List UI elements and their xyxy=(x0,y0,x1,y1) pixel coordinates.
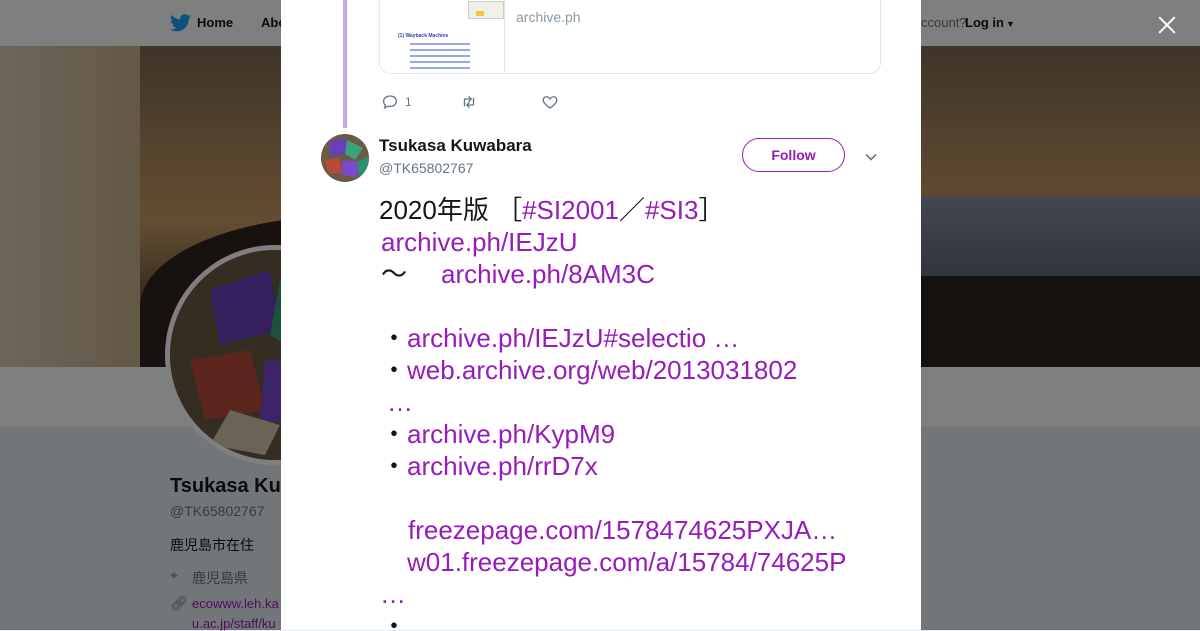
tweet-line-3: ～ archive.ph/8AM3C xyxy=(381,258,655,290)
tweet-link-archive-rrd7x[interactable]: archive.ph/rrD7x xyxy=(407,451,598,481)
bullet: ・ xyxy=(381,611,408,630)
retweet-button[interactable] xyxy=(460,93,478,111)
tweet-link-archive-iejzu[interactable]: archive.ph/IEJzU xyxy=(381,226,578,258)
tweet-link-ellipsis[interactable]: … xyxy=(380,578,406,610)
bullet: ・ xyxy=(381,323,408,353)
tweet-author-handle[interactable]: @TK65802767 xyxy=(379,160,473,176)
tweet-list-item-2: ・web.archive.org/web/2013031802 xyxy=(381,354,797,386)
chevron-down-icon[interactable] xyxy=(864,150,878,164)
tweet-author-name[interactable]: Tsukasa Kuwabara xyxy=(379,136,532,156)
tweet-link-ellipsis[interactable]: … xyxy=(387,386,413,418)
bullet: ・ xyxy=(381,451,408,481)
tweet-list-item-3: ・archive.ph/KypM9 xyxy=(381,418,615,450)
tweet-author-avatar[interactable] xyxy=(321,134,369,182)
like-button[interactable] xyxy=(541,93,559,111)
tweet-text-segment: ］ xyxy=(698,195,725,225)
bullet: ・ xyxy=(381,419,408,449)
hashtag-si3[interactable]: #SI3 xyxy=(645,195,699,225)
card-thumbnail: (1) Wayback Machine xyxy=(380,0,505,73)
heart-icon xyxy=(542,96,558,109)
tweet-text-segment: ～ xyxy=(381,259,434,289)
retweet-icon xyxy=(463,96,475,108)
bullet: ・ xyxy=(381,355,408,385)
reply-button[interactable]: 1 xyxy=(381,93,412,111)
tweet-link-freezepage[interactable]: freezepage.com/1578474625PXJA… xyxy=(408,514,837,546)
tweet-list-item-1: ・archive.ph/IEJzU#selectio … xyxy=(381,322,739,354)
tweet-link-web-archive[interactable]: web.archive.org/web/2013031802 xyxy=(407,355,797,385)
card-thumbnail-title: (1) Wayback Machine xyxy=(398,33,449,39)
tweet-link-archive-8am3c[interactable]: archive.ph/8AM3C xyxy=(441,259,655,289)
thread-connector-line xyxy=(343,0,347,128)
tweet-line-1: 2020年版 ［#SI2001／#SI3］ xyxy=(379,194,724,226)
tweet-text-segment: ／ xyxy=(618,195,645,225)
card-domain: archive.ph xyxy=(516,9,581,25)
tweet-link-freezepage-w01[interactable]: w01.freezepage.com/a/15784/74625P xyxy=(407,546,846,578)
tweet-link-archive-selection[interactable]: archive.ph/IEJzU#selectio … xyxy=(407,323,739,353)
tweet-modal: (1) Wayback Machine archive.ph 1 Tsukasa… xyxy=(281,0,921,630)
hashtag-si2001[interactable]: #SI2001 xyxy=(522,195,619,225)
link-preview-card[interactable]: (1) Wayback Machine archive.ph xyxy=(379,0,881,74)
tweet-list-item-4: ・archive.ph/rrD7x xyxy=(381,450,598,482)
close-icon[interactable] xyxy=(1152,10,1182,40)
follow-button[interactable]: Follow xyxy=(742,138,845,172)
reply-icon xyxy=(382,95,398,110)
reply-count: 1 xyxy=(405,95,412,109)
tweet-text-segment: 2020年版 ［ xyxy=(379,195,523,225)
tweet-link-archive-kypm9[interactable]: archive.ph/KypM9 xyxy=(407,419,615,449)
